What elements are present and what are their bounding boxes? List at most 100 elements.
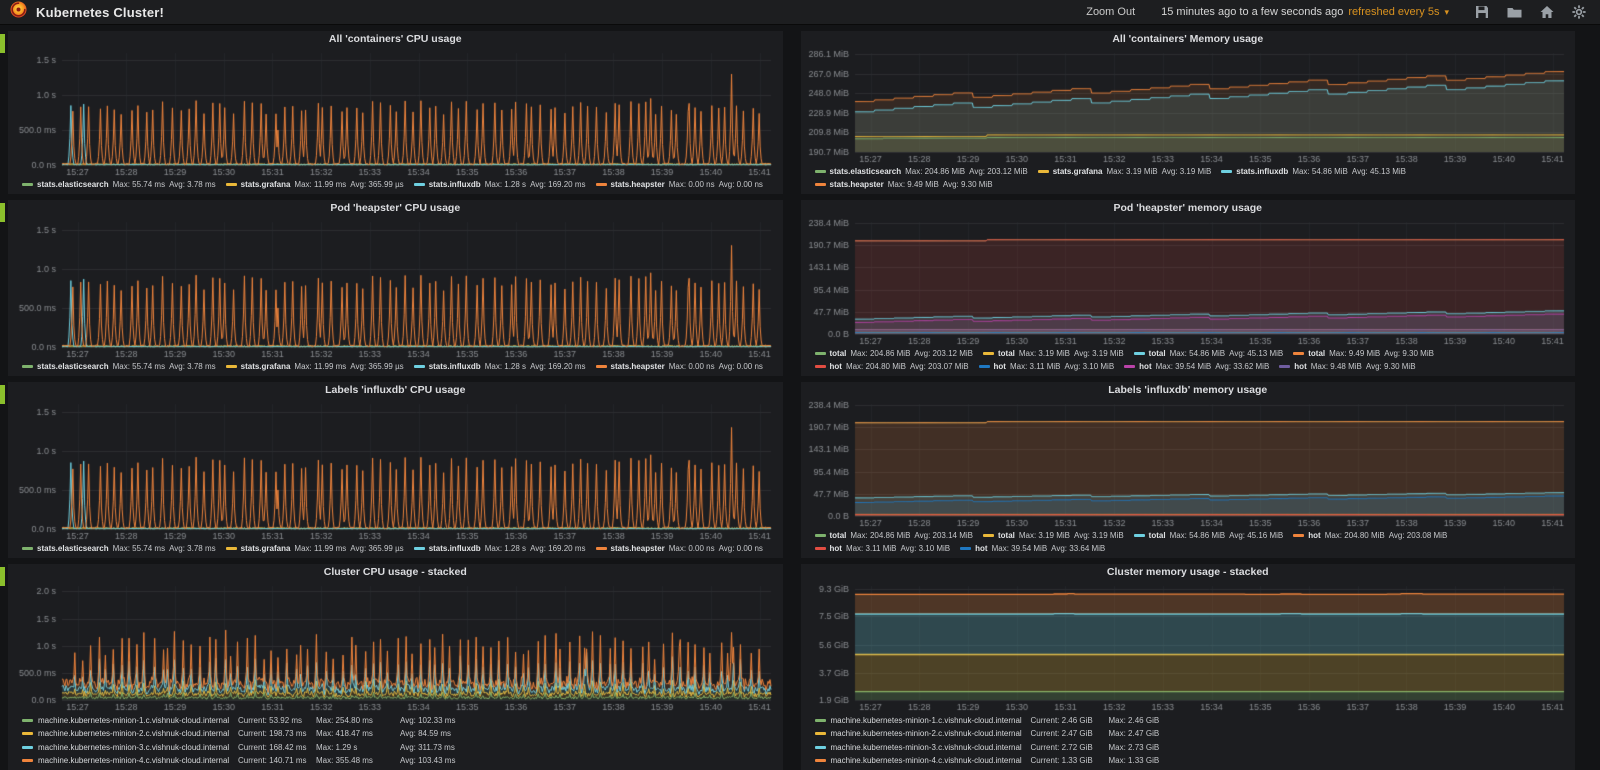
legend-series-name: total	[1149, 531, 1166, 540]
legend-entry[interactable]: stats.elasticsearchMax: 55.74 msAvg: 3.7…	[22, 361, 216, 374]
legend-stat: Avg: 9.30 MiB	[943, 180, 993, 189]
legend-entry[interactable]: totalMax: 204.86 MiBAvg: 203.14 MiB	[815, 530, 973, 543]
legend-entry[interactable]: hotMax: 204.80 MiBAvg: 203.08 MiB	[1293, 530, 1447, 543]
chart-all-containers-cpu[interactable]	[12, 48, 779, 178]
legend-entry[interactable]: totalMax: 3.19 MiBAvg: 3.19 MiB	[983, 348, 1124, 361]
series-color-dash	[815, 534, 826, 537]
legend-entry[interactable]: stats.heapsterMax: 0.00 nsAvg: 0.00 ns	[596, 179, 763, 192]
legend-entry[interactable]: totalMax: 3.19 MiBAvg: 3.19 MiB	[983, 530, 1124, 543]
series-color-dash	[22, 746, 33, 749]
chart-all-containers-memory[interactable]	[805, 48, 1572, 165]
chart-canvas	[805, 217, 1572, 347]
panel-title[interactable]: Labels 'influxdb' CPU usage	[8, 382, 783, 399]
legend-row[interactable]: machine.kubernetes-minion-3.c.vishnuk-cl…	[22, 741, 777, 754]
open-folder-icon[interactable]	[1507, 5, 1522, 19]
legend-entry[interactable]: stats.influxdbMax: 54.86 MiBAvg: 45.13 M…	[1221, 166, 1406, 179]
legend-stat: Avg: 3.78 ms	[169, 544, 216, 553]
legend-row[interactable]: machine.kubernetes-minion-4.c.vishnuk-cl…	[22, 754, 777, 767]
legend-row[interactable]: machine.kubernetes-minion-2.c.vishnuk-cl…	[815, 727, 1570, 740]
legend-entry[interactable]: stats.grafanaMax: 11.99 msAvg: 365.99 µs	[226, 361, 404, 374]
panel-title[interactable]: Labels 'influxdb' memory usage	[801, 382, 1576, 399]
legend-entry[interactable]: stats.influxdbMax: 1.28 sAvg: 169.20 ms	[414, 361, 586, 374]
legend-entry[interactable]: hotMax: 9.48 MiBAvg: 9.30 MiB	[1279, 361, 1415, 374]
series-color-dash	[414, 547, 425, 550]
gear-icon[interactable]	[1572, 5, 1586, 19]
legend-entry[interactable]: hotMax: 204.80 MiBAvg: 203.07 MiB	[815, 361, 969, 374]
series-color-dash	[22, 719, 33, 722]
legend-entry[interactable]: totalMax: 204.86 MiB Avg: 203.12 MiB	[815, 348, 973, 361]
legend-row[interactable]: machine.kubernetes-minion-3.c.vishnuk-cl…	[815, 741, 1570, 754]
panel-title[interactable]: Cluster memory usage - stacked	[801, 564, 1576, 581]
home-icon[interactable]	[1540, 5, 1554, 19]
panel-title[interactable]: All 'containers' Memory usage	[801, 31, 1576, 48]
series-color-dash	[815, 759, 826, 762]
legend-stat: Avg: 3.78 ms	[169, 180, 216, 189]
legend-entry[interactable]: totalMax: 9.49 MiBAvg: 9.30 MiB	[1293, 348, 1434, 361]
time-picker[interactable]: 15 minutes ago to a few seconds ago refr…	[1161, 6, 1449, 18]
legend-stat: Avg: 45.13 MiB	[1229, 349, 1283, 358]
legend-entry[interactable]: stats.heapsterMax: 0.00 nsAvg: 0.00 ns	[596, 361, 763, 374]
legend-entry[interactable]: stats.influxdbMax: 1.28 sAvg: 169.20 ms	[414, 179, 586, 192]
legend-row[interactable]: machine.kubernetes-minion-1.c.vishnuk-cl…	[22, 714, 777, 727]
legend-stat: Max: 204.86 MiB	[850, 531, 910, 540]
legend-entry[interactable]: stats.elasticsearchMax: 55.74 msAvg: 3.7…	[22, 179, 216, 192]
legend-row[interactable]: machine.kubernetes-minion-2.c.vishnuk-cl…	[22, 727, 777, 740]
legend-stat: Avg: 9.30 MiB	[1384, 349, 1434, 358]
chart-cluster-memory-stacked[interactable]	[805, 581, 1572, 713]
panel-title[interactable]: Cluster CPU usage - stacked	[8, 564, 783, 581]
legend-entry[interactable]: totalMax: 54.86 MiBAvg: 45.13 MiB	[1134, 348, 1284, 361]
legend: stats.elasticsearchMax: 55.74 msAvg: 3.7…	[8, 360, 783, 377]
legend-entry[interactable]: stats.heapsterMax: 9.49 MiBAvg: 9.30 MiB	[815, 179, 993, 192]
legend-stat: Max: 11.99 ms	[294, 362, 346, 371]
legend-row[interactable]: machine.kubernetes-minion-4.c.vishnuk-cl…	[815, 754, 1570, 767]
panel-title[interactable]: All 'containers' CPU usage	[8, 31, 783, 48]
legend-stat: Avg: 3.78 ms	[169, 362, 216, 371]
legend-entry[interactable]: totalMax: 54.86 MiBAvg: 45.16 MiB	[1134, 530, 1284, 543]
legend-stat: Max: 3.19 MiB	[1107, 167, 1158, 176]
legend-entry[interactable]: stats.grafanaMax: 11.99 msAvg: 365.99 µs	[226, 179, 404, 192]
legend-entry[interactable]: hotMax: 39.54 MiBAvg: 33.62 MiB	[1124, 361, 1269, 374]
row-menu-handle[interactable]	[0, 203, 5, 222]
row-menu-handle[interactable]	[0, 567, 5, 586]
legend-stat: Avg: 365.99 µs	[350, 362, 403, 371]
legend-series-name: total	[998, 531, 1015, 540]
panel-title[interactable]: Pod 'heapster' memory usage	[801, 200, 1576, 217]
legend-entry[interactable]: stats.influxdbMax: 1.28 sAvg: 169.20 ms	[414, 543, 586, 556]
legend-series-name: total	[830, 349, 847, 358]
grafana-logo[interactable]	[10, 1, 27, 23]
series-color-dash	[1038, 170, 1049, 173]
legend-series-name: stats.grafana	[241, 544, 291, 553]
chart-canvas	[805, 48, 1572, 165]
legend-stat: Max: 0.00 ns	[669, 544, 715, 553]
chart-labels-influxdb-memory[interactable]	[805, 399, 1572, 529]
panel-cluster-memory-stacked: Cluster memory usage - stacked machine.ku…	[801, 564, 1576, 770]
panel-title[interactable]: Pod 'heapster' CPU usage	[8, 200, 783, 217]
legend-stat: Avg: 0.00 ns	[719, 544, 763, 553]
legend-entry[interactable]: stats.elasticsearchMax: 55.74 msAvg: 3.7…	[22, 543, 216, 556]
legend-entry[interactable]: stats.elasticsearchMax: 204.86 MiBAvg: 2…	[815, 166, 1028, 179]
series-color-dash	[960, 547, 971, 550]
chart-labels-influxdb-cpu[interactable]	[12, 399, 779, 542]
legend-stat: Current: 2.47 GiB	[1031, 727, 1109, 740]
legend-row[interactable]: machine.kubernetes-minion-1.c.vishnuk-cl…	[815, 714, 1570, 727]
legend-stat: Avg: 203.12 MiB	[914, 349, 973, 358]
chart-pod-heapster-memory[interactable]	[805, 217, 1572, 347]
zoom-out-button[interactable]: Zoom Out	[1086, 6, 1135, 18]
legend-entry[interactable]: hotMax: 39.54 MiBAvg: 33.64 MiB	[960, 543, 1105, 556]
legend-entry[interactable]: hotMax: 3.11 MiBAvg: 3.10 MiB	[979, 361, 1115, 374]
legend-stat: Avg: 45.16 MiB	[1229, 531, 1283, 540]
legend-entry[interactable]: hotMax: 3.11 MiBAvg: 3.10 MiB	[815, 543, 951, 556]
legend-entry[interactable]: stats.heapsterMax: 0.00 nsAvg: 0.00 ns	[596, 543, 763, 556]
row-menu-handle[interactable]	[0, 34, 5, 53]
legend-series-name: hot	[830, 362, 842, 371]
legend-entry[interactable]: stats.grafanaMax: 11.99 msAvg: 365.99 µs	[226, 543, 404, 556]
legend-stat: Max: 204.86 MiB	[850, 349, 910, 358]
legend-stat: Max: 39.54 MiB	[992, 544, 1048, 553]
chart-cluster-cpu-stacked[interactable]	[12, 581, 779, 713]
row-menu-handle[interactable]	[0, 385, 5, 404]
legend-entry[interactable]: stats.grafanaMax: 3.19 MiBAvg: 3.19 MiB	[1038, 166, 1212, 179]
chart-pod-heapster-cpu[interactable]	[12, 217, 779, 360]
save-icon[interactable]	[1475, 5, 1489, 19]
legend-stat: Max: 9.49 MiB	[1329, 349, 1380, 358]
legend-stat: Max: 0.00 ns	[669, 362, 715, 371]
